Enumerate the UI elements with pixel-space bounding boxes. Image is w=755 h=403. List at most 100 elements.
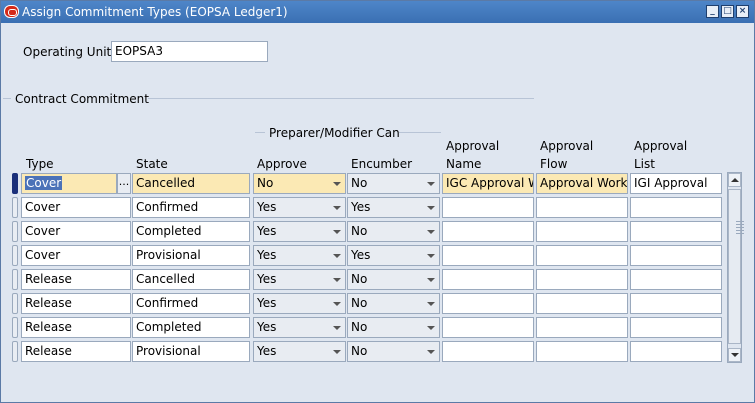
title-bar[interactable]: Assign Commitment Types (EOPSA Ledger1) … [1, 1, 754, 23]
row-indicator[interactable] [12, 293, 18, 314]
approval-list-cell[interactable] [630, 293, 722, 314]
approve-select[interactable]: Yes [253, 293, 346, 314]
state-cell[interactable]: Confirmed [132, 197, 250, 218]
encumber-select[interactable]: No [347, 341, 440, 362]
encumber-value: No [351, 344, 368, 358]
chevron-down-icon [427, 206, 435, 210]
approve-value: Yes [257, 248, 277, 262]
type-cell[interactable]: Cover [21, 173, 117, 194]
approval-flow-cell[interactable] [536, 341, 628, 362]
approval-name-cell[interactable] [442, 341, 534, 362]
encumber-select[interactable]: Yes [347, 245, 440, 266]
section-divider-left [3, 98, 11, 99]
row-indicator[interactable] [12, 341, 18, 362]
row-indicator[interactable] [12, 197, 18, 218]
approval-list-cell[interactable] [630, 245, 722, 266]
approval-flow-cell[interactable] [536, 269, 628, 290]
column-header-approval-flow-1: Approval [540, 139, 594, 153]
approve-select[interactable]: Yes [253, 197, 346, 218]
encumber-select[interactable]: Yes [347, 197, 440, 218]
approval-list-cell[interactable] [630, 197, 722, 218]
type-cell[interactable]: Release [21, 269, 131, 290]
type-cell[interactable]: Cover [21, 197, 131, 218]
approval-name-cell[interactable] [442, 293, 534, 314]
vertical-scrollbar[interactable] [727, 172, 742, 363]
approval-name-cell[interactable] [442, 197, 534, 218]
approval-list-cell[interactable]: IGI Approval [630, 173, 722, 194]
column-header-state: State [136, 157, 168, 171]
scroll-up-icon[interactable] [728, 173, 741, 187]
approval-list-cell[interactable] [630, 269, 722, 290]
type-cell[interactable]: Cover [21, 245, 131, 266]
approval-name-cell[interactable] [442, 269, 534, 290]
encumber-value: Yes [351, 248, 371, 262]
approval-name-cell[interactable] [442, 317, 534, 338]
approve-select[interactable]: Yes [253, 269, 346, 290]
approval-flow-cell[interactable] [536, 293, 628, 314]
encumber-select[interactable]: No [347, 317, 440, 338]
state-cell[interactable]: Completed [132, 317, 250, 338]
encumber-select[interactable]: No [347, 269, 440, 290]
row-indicator[interactable] [12, 173, 18, 194]
maximize-icon[interactable]: □ [721, 5, 734, 18]
approval-name-cell[interactable] [442, 221, 534, 242]
approval-list-cell[interactable] [630, 221, 722, 242]
approval-flow-cell[interactable] [536, 197, 628, 218]
state-cell[interactable]: Completed [132, 221, 250, 242]
row-indicator[interactable] [12, 317, 18, 338]
encumber-value: No [351, 320, 368, 334]
scroll-thumb[interactable] [728, 189, 741, 344]
approve-value: Yes [257, 200, 277, 214]
approve-select[interactable]: Yes [253, 245, 346, 266]
row-indicator[interactable] [12, 221, 18, 242]
chevron-down-icon [333, 326, 341, 330]
chevron-down-icon [427, 182, 435, 186]
state-cell[interactable]: Cancelled [132, 269, 250, 290]
encumber-value: Yes [351, 200, 371, 214]
state-cell[interactable]: Provisional [132, 245, 250, 266]
group-line-right [399, 132, 441, 133]
row-indicator[interactable] [12, 269, 18, 290]
chevron-down-icon [427, 278, 435, 282]
approval-name-cell[interactable] [442, 245, 534, 266]
approval-flow-cell[interactable] [536, 221, 628, 242]
type-cell[interactable]: Cover [21, 221, 131, 242]
approval-flow-cell[interactable] [536, 317, 628, 338]
chevron-down-icon [333, 302, 341, 306]
chevron-down-icon [427, 326, 435, 330]
approve-value: Yes [257, 320, 277, 334]
approve-select[interactable]: Yes [253, 341, 346, 362]
row-indicator[interactable] [12, 245, 18, 266]
type-cell[interactable]: Release [21, 317, 131, 338]
approve-select[interactable]: No [253, 173, 346, 194]
operating-unit-field[interactable]: EOPSA3 [111, 41, 268, 62]
minimize-icon[interactable]: _ [706, 5, 719, 18]
approve-select[interactable]: Yes [253, 221, 346, 242]
encumber-select[interactable]: No [347, 293, 440, 314]
chevron-down-icon [333, 182, 341, 186]
resize-grip-icon[interactable] [736, 221, 744, 235]
approval-flow-cell[interactable] [536, 245, 628, 266]
chevron-down-icon [333, 206, 341, 210]
approval-name-cell[interactable]: IGC Approval W [442, 173, 534, 194]
approval-list-cell[interactable] [630, 317, 722, 338]
type-cell[interactable]: Release [21, 293, 131, 314]
approve-value: Yes [257, 296, 277, 310]
approve-value: Yes [257, 344, 277, 358]
scroll-down-icon[interactable] [728, 348, 741, 362]
approval-list-cell[interactable] [630, 341, 722, 362]
approve-select[interactable]: Yes [253, 317, 346, 338]
chevron-down-icon [427, 230, 435, 234]
assign-commitment-types-window: Assign Commitment Types (EOPSA Ledger1) … [0, 0, 755, 403]
state-cell[interactable]: Confirmed [132, 293, 250, 314]
close-icon[interactable]: × [736, 5, 749, 18]
type-cell[interactable]: Release [21, 341, 131, 362]
lov-button[interactable]: ... [117, 173, 131, 194]
state-cell[interactable]: Cancelled [132, 173, 250, 194]
group-header: Preparer/Modifier Can [269, 126, 400, 140]
encumber-select[interactable]: No [347, 173, 440, 194]
approval-flow-cell[interactable]: Approval Workfl [536, 173, 628, 194]
chevron-down-icon [333, 230, 341, 234]
state-cell[interactable]: Provisional [132, 341, 250, 362]
encumber-select[interactable]: No [347, 221, 440, 242]
